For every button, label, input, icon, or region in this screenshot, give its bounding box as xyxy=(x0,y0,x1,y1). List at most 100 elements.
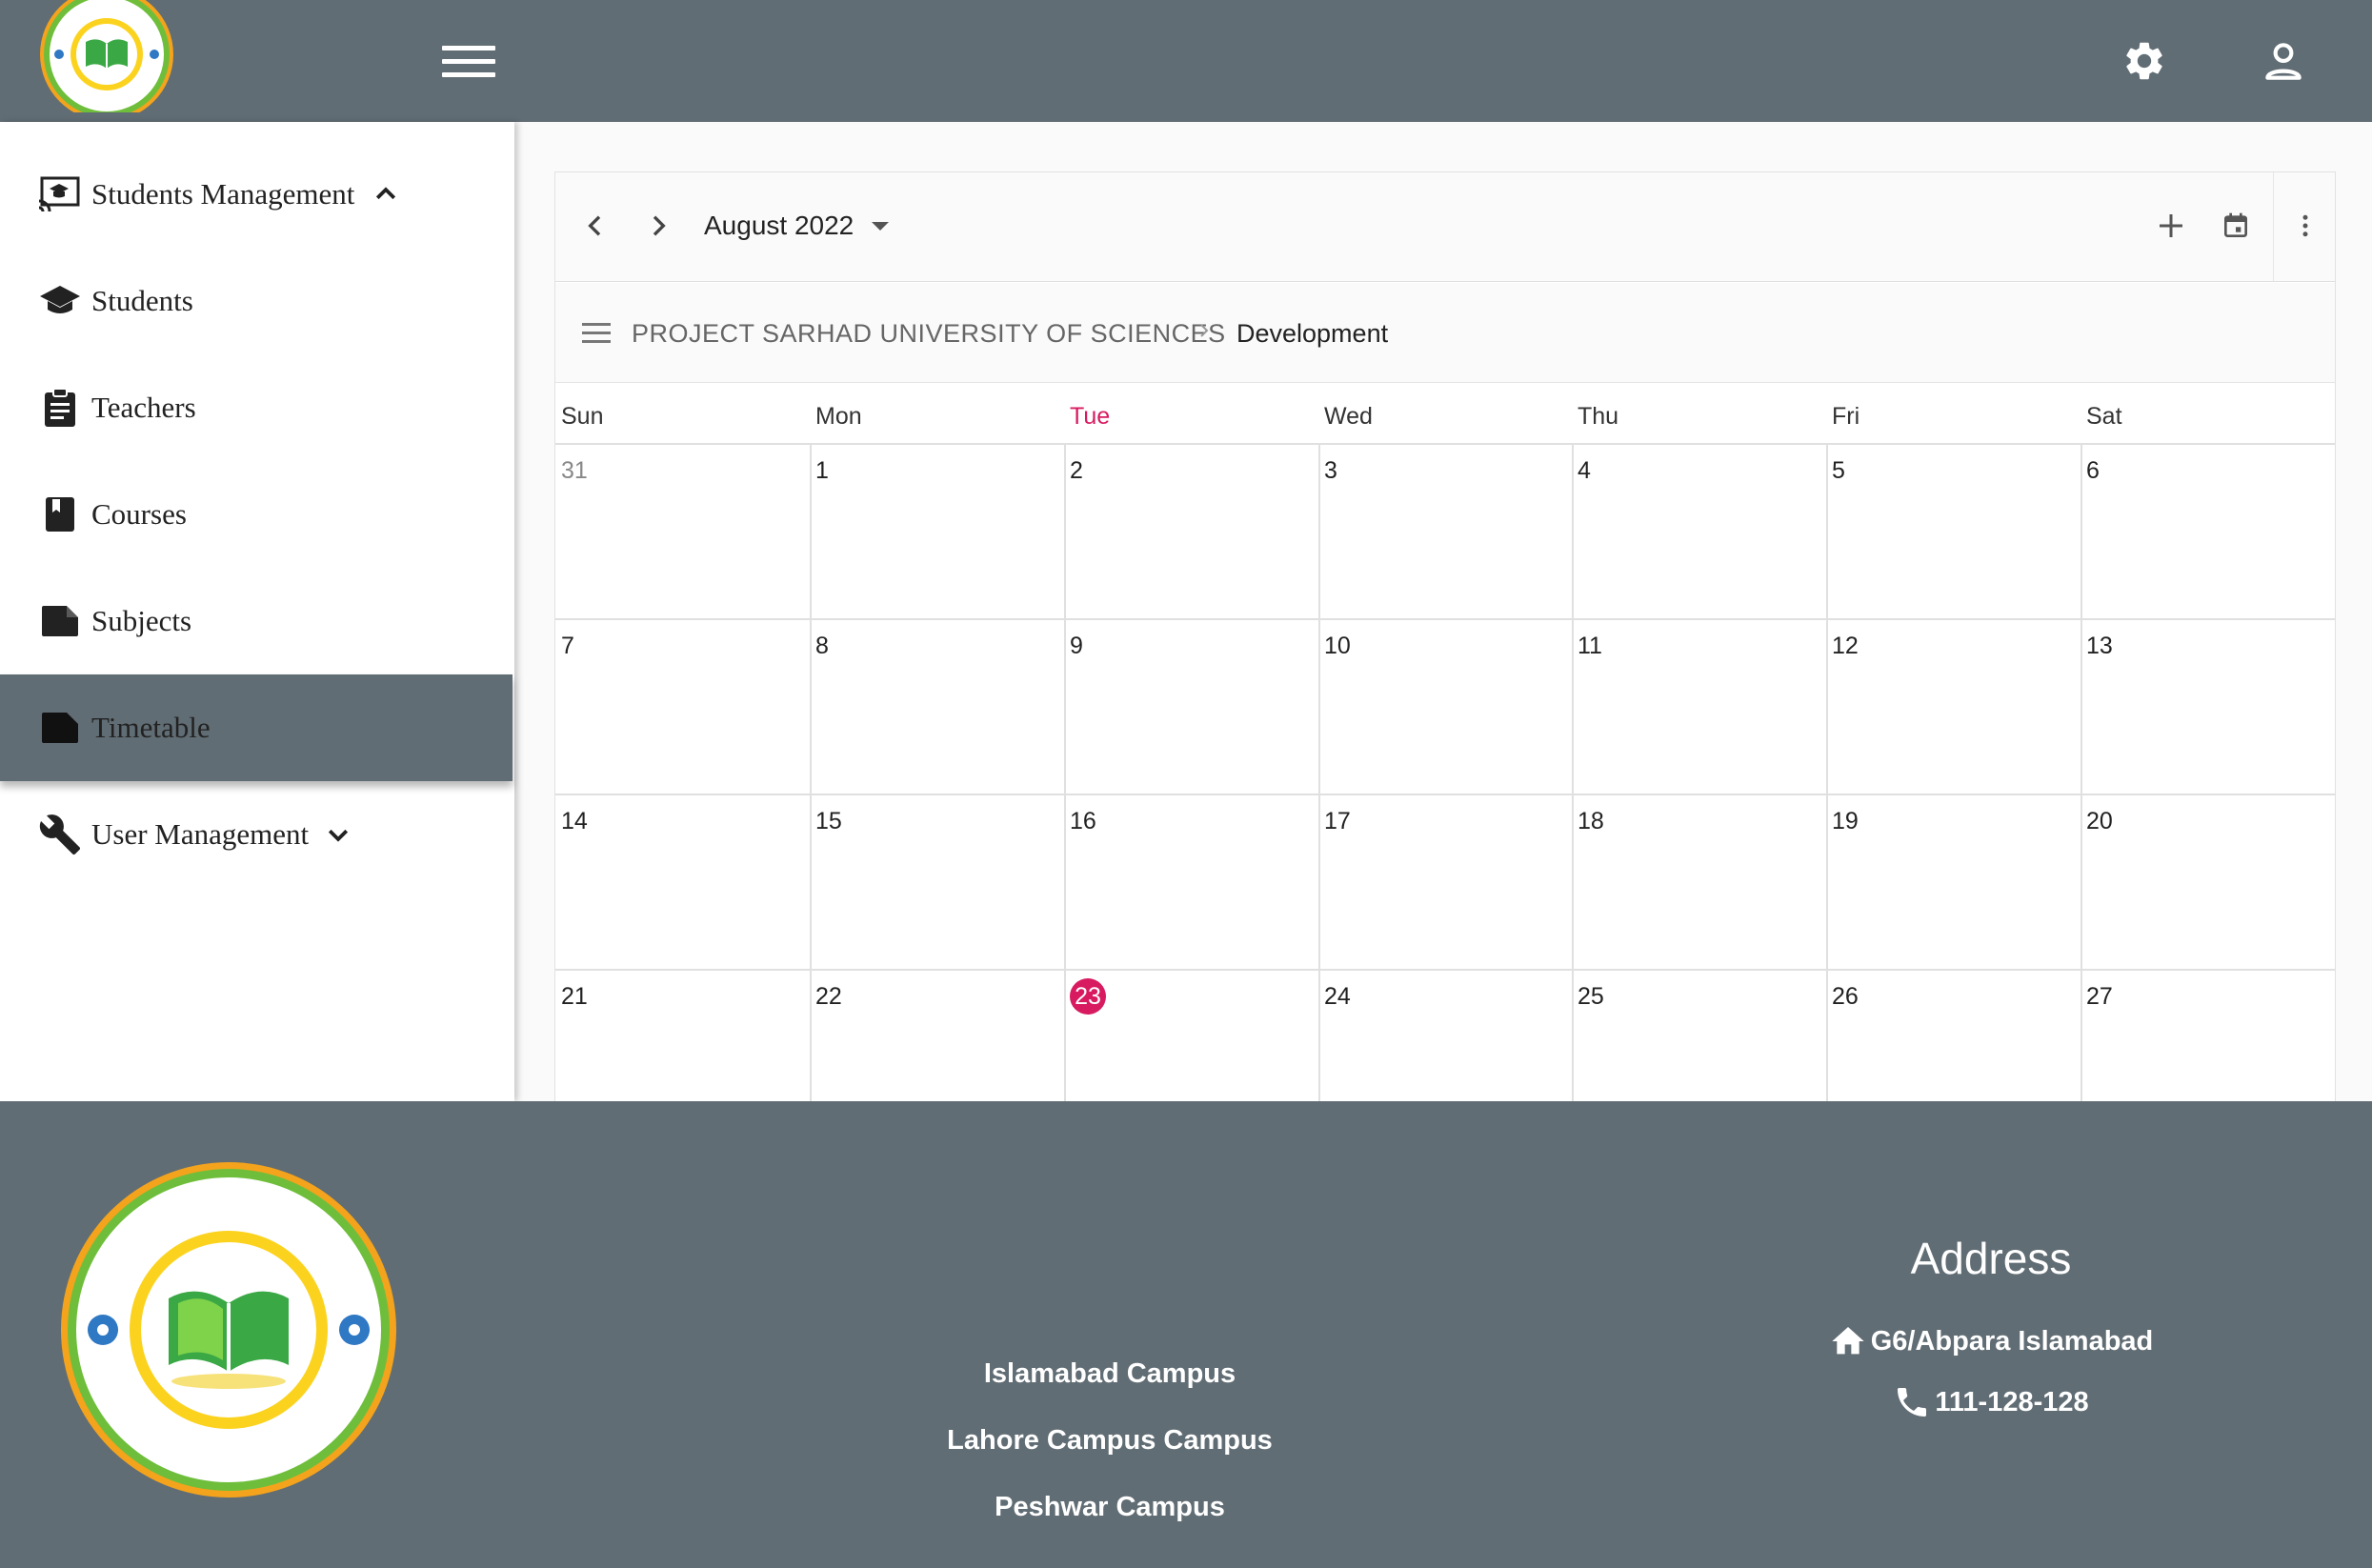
weekday-header: Thu xyxy=(1572,384,1826,443)
chevron-right-icon xyxy=(1200,324,1209,337)
day-number: 8 xyxy=(815,633,829,659)
calendar-day-cell[interactable]: 6 xyxy=(2081,445,2335,616)
day-number: 10 xyxy=(1324,633,1351,659)
wrench-icon xyxy=(38,813,82,856)
caret-down-icon[interactable] xyxy=(872,222,889,231)
day-number: 25 xyxy=(1578,983,1604,1010)
hamburger-menu-icon[interactable] xyxy=(442,46,495,80)
sidebar-item-students-management[interactable]: Students Management xyxy=(0,141,513,248)
calendar-day-cell[interactable]: 9 xyxy=(1064,620,1318,792)
today-badge: 23 xyxy=(1070,978,1106,1015)
calendar-day-cell[interactable]: 14 xyxy=(555,795,810,967)
sidebar-item-timetable[interactable]: Timetable xyxy=(0,674,513,781)
calendar-day-cell[interactable]: 11 xyxy=(1572,620,1826,792)
calendar-day-cell[interactable]: 8 xyxy=(810,620,1064,792)
weekday-label: Thu xyxy=(1578,403,1619,430)
phone-line: 111-128-128 xyxy=(1810,1383,2172,1421)
clipboard-icon xyxy=(38,386,82,430)
menu-bar xyxy=(442,59,495,64)
day-number: 19 xyxy=(1832,808,1859,834)
calendar-day-cell[interactable]: 15 xyxy=(810,795,1064,967)
calendar-day-cell[interactable]: 13 xyxy=(2081,620,2335,792)
breadcrumb: PROJECT SARHAD UNIVERSITY OF SCIENCES De… xyxy=(555,283,2335,383)
calendar-day-cell[interactable]: 17 xyxy=(1318,795,1573,967)
day-number: 14 xyxy=(561,808,588,834)
day-number: 4 xyxy=(1578,457,1591,484)
menu-bar xyxy=(442,46,495,50)
sidebar-item-label: Timetable xyxy=(91,711,211,744)
chevron-right-icon[interactable] xyxy=(643,211,673,241)
phone-icon xyxy=(1898,1388,1927,1417)
calendar-day-cell[interactable]: 24 xyxy=(1318,971,1573,1102)
calendar-day-cell[interactable]: 19 xyxy=(1826,795,2081,967)
cast-for-education-icon xyxy=(38,172,82,216)
day-number: 18 xyxy=(1578,808,1604,834)
day-number: 13 xyxy=(2086,633,2113,659)
calendar-day-cell[interactable]: 12 xyxy=(1826,620,2081,792)
calendar-day-cell[interactable]: 10 xyxy=(1318,620,1573,792)
menu-bar xyxy=(582,340,611,343)
day-number: 16 xyxy=(1070,808,1096,834)
calendar-day-cell[interactable]: 23 xyxy=(1064,971,1318,1102)
calendar-day-cell[interactable]: 18 xyxy=(1572,795,1826,967)
home-icon xyxy=(1832,1327,1864,1355)
footer: Islamabad Campus Lahore Campus Campus Pe… xyxy=(0,1101,2372,1568)
note-icon xyxy=(38,706,82,750)
calendar-toolbar: August 2022 xyxy=(555,172,2335,282)
weekday-label: Tue xyxy=(1070,403,1111,430)
calendar-today-icon[interactable] xyxy=(2221,211,2251,241)
campus-islamabad[interactable]: Islamabad Campus xyxy=(838,1358,1381,1390)
book-icon xyxy=(38,493,82,536)
calendar-day-cell[interactable]: 4 xyxy=(1572,445,1826,616)
menu-icon[interactable] xyxy=(582,323,611,344)
sidebar-item-label: Courses xyxy=(91,497,187,531)
chevron-down-icon[interactable] xyxy=(324,820,352,849)
calendar-day-cell[interactable]: 21 xyxy=(555,971,810,1102)
day-number: 7 xyxy=(561,633,574,659)
calendar-day-cell[interactable]: 26 xyxy=(1826,971,2081,1102)
calendar-day-cell[interactable]: 27 xyxy=(2081,971,2335,1102)
sidebar-item-subjects[interactable]: Subjects xyxy=(0,568,513,674)
day-number: 11 xyxy=(1578,633,1602,659)
calendar-day-cell[interactable]: 25 xyxy=(1572,971,1826,1102)
more-vert-icon[interactable] xyxy=(2291,211,2320,241)
chevron-up-icon[interactable] xyxy=(372,180,400,209)
gear-icon[interactable] xyxy=(2121,38,2167,84)
calendar-day-cell[interactable]: 31 xyxy=(555,445,810,616)
add-icon[interactable] xyxy=(2154,209,2188,243)
month-selector[interactable]: August 2022 xyxy=(704,211,854,241)
account-icon[interactable] xyxy=(2260,38,2307,86)
campus-peshwar[interactable]: Peshwar Campus xyxy=(838,1492,1381,1523)
calendar-day-cell[interactable]: 16 xyxy=(1064,795,1318,967)
breadcrumb-project[interactable]: PROJECT SARHAD UNIVERSITY OF SCIENCES xyxy=(632,319,1226,349)
weekday-label: Wed xyxy=(1324,403,1373,430)
chevron-left-icon[interactable] xyxy=(580,211,611,241)
day-number: 3 xyxy=(1324,457,1337,484)
calendar-day-cell[interactable]: 5 xyxy=(1826,445,2081,616)
sidebar-item-students[interactable]: Students xyxy=(0,248,513,354)
weekday-header: Sat xyxy=(2081,384,2335,443)
day-number: 9 xyxy=(1070,633,1083,659)
day-number: 20 xyxy=(2086,808,2113,834)
menu-bar xyxy=(582,323,611,326)
calendar-day-cell[interactable]: 3 xyxy=(1318,445,1573,616)
calendar-day-cell[interactable]: 7 xyxy=(555,620,810,792)
day-number: 15 xyxy=(815,808,842,834)
calendar-day-cell[interactable]: 1 xyxy=(810,445,1064,616)
sidebar-item-user-management[interactable]: User Management xyxy=(0,781,513,888)
sidebar-item-teachers[interactable]: Teachers xyxy=(0,354,513,461)
day-number: 27 xyxy=(2086,983,2113,1010)
school-logo[interactable] xyxy=(38,0,175,112)
top-app-bar xyxy=(0,0,2372,122)
day-number: 22 xyxy=(815,983,842,1010)
calendar-day-cell[interactable]: 22 xyxy=(810,971,1064,1102)
day-number: 21 xyxy=(561,983,588,1010)
weekday-header: Sun xyxy=(555,384,810,443)
day-number: 12 xyxy=(1832,633,1859,659)
day-number: 24 xyxy=(1324,983,1351,1010)
sidebar-item-courses[interactable]: Courses xyxy=(0,461,513,568)
menu-bar xyxy=(442,72,495,77)
calendar-day-cell[interactable]: 20 xyxy=(2081,795,2335,967)
campus-lahore[interactable]: Lahore Campus Campus xyxy=(838,1425,1381,1457)
calendar-day-cell[interactable]: 2 xyxy=(1064,445,1318,616)
